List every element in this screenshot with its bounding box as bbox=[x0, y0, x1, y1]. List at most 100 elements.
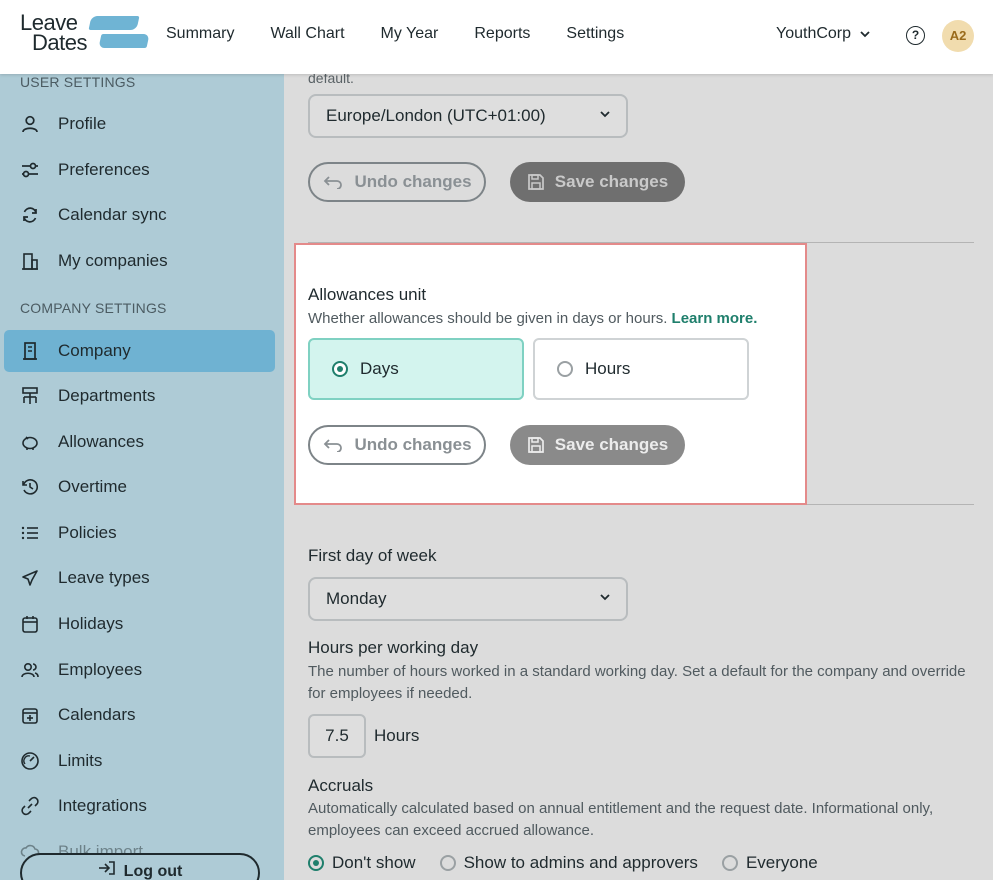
sidebar-item-label: Leave types bbox=[58, 568, 150, 587]
undo-changes-button[interactable]: Undo changes bbox=[308, 425, 486, 465]
sidebar-item-my-companies[interactable]: My companies bbox=[4, 240, 275, 282]
allowances-unit-desc-text: Whether allowances should be given in da… bbox=[308, 310, 668, 327]
unit-option-label: Days bbox=[360, 359, 399, 378]
logout-button[interactable]: Log out bbox=[20, 853, 260, 880]
hours-per-day-input[interactable]: 7.5 bbox=[308, 714, 366, 758]
save-icon bbox=[527, 437, 544, 453]
accruals-options: Don't show Show to admins and approvers … bbox=[308, 853, 842, 873]
calendar-icon bbox=[20, 614, 40, 634]
sidebar-item-policies[interactable]: Policies bbox=[4, 512, 275, 554]
logo-text-line2: Dates bbox=[32, 30, 87, 55]
allowances-unit-title: Allowances unit bbox=[308, 285, 427, 304]
sidebar-item-label: Holidays bbox=[58, 614, 124, 633]
radio-selected-icon bbox=[332, 361, 348, 377]
chevron-down-icon bbox=[598, 579, 612, 619]
sidebar-item-label: My companies bbox=[58, 251, 168, 270]
sidebar-item-allowances[interactable]: Allowances bbox=[4, 421, 275, 463]
help-icon[interactable]: ? bbox=[906, 26, 925, 45]
first-day-of-week-select[interactable]: Monday bbox=[308, 577, 628, 621]
sync-icon bbox=[20, 205, 40, 225]
sidebar-item-label: Limits bbox=[58, 751, 103, 770]
piggy-bank-icon bbox=[20, 432, 40, 452]
accruals-option-label: Show to admins and approvers bbox=[463, 853, 698, 872]
nav-reports[interactable]: Reports bbox=[474, 25, 530, 43]
radio-unselected-icon bbox=[557, 361, 573, 377]
sidebar-item-company[interactable]: Company bbox=[4, 330, 275, 372]
learn-more-link[interactable]: Learn more. bbox=[672, 310, 758, 327]
unit-option-hours[interactable]: Hours bbox=[533, 338, 749, 400]
save-icon bbox=[527, 174, 544, 190]
unit-option-label: Hours bbox=[585, 359, 631, 378]
accruals-option-dont-show[interactable]: Don't show bbox=[308, 853, 416, 873]
radio-unselected-icon bbox=[439, 855, 456, 871]
allowances-unit-section: Allowances unit Whether allowances shoul… bbox=[294, 243, 807, 505]
accruals-option-admins[interactable]: Show to admins and approvers bbox=[439, 853, 698, 873]
avatar[interactable]: A2 bbox=[942, 20, 974, 52]
company-settings-heading: COMPANY SETTINGS bbox=[20, 300, 167, 316]
first-day-value: Monday bbox=[326, 589, 387, 608]
leave-dates-logo[interactable]: Leave Dates bbox=[20, 12, 150, 58]
save-changes-button[interactable]: Save changes bbox=[510, 425, 685, 465]
nav-my-year[interactable]: My Year bbox=[381, 25, 439, 43]
sidebar-item-label: Company bbox=[58, 341, 131, 360]
sidebar-item-leave-types[interactable]: Leave types bbox=[4, 557, 275, 599]
org-chart-icon bbox=[20, 386, 40, 406]
sidebar-item-calendar-sync[interactable]: Calendar sync bbox=[4, 194, 275, 236]
timezone-select[interactable]: Europe/London (UTC+01:00) bbox=[308, 94, 628, 138]
sidebar-item-integrations[interactable]: Integrations bbox=[4, 785, 275, 827]
sidebar-item-calendars[interactable]: Calendars bbox=[4, 694, 275, 736]
clock-rotate-icon bbox=[20, 477, 40, 497]
sidebar-item-label: Allowances bbox=[58, 432, 144, 451]
hours-unit-label: Hours bbox=[374, 726, 420, 745]
plane-icon bbox=[20, 568, 40, 588]
nav-wall-chart[interactable]: Wall Chart bbox=[270, 25, 344, 43]
user-settings-heading: USER SETTINGS bbox=[20, 74, 136, 90]
undo-icon bbox=[324, 176, 343, 189]
accruals-option-label: Everyone bbox=[745, 853, 818, 872]
nav-settings[interactable]: Settings bbox=[566, 25, 624, 43]
company-switcher[interactable]: YouthCorp bbox=[776, 25, 871, 43]
hours-per-day-description: The number of hours worked in a standard… bbox=[308, 663, 966, 702]
sidebar-item-preferences[interactable]: Preferences bbox=[4, 149, 275, 191]
sidebar-item-departments[interactable]: Departments bbox=[4, 375, 275, 417]
sidebar-item-overtime[interactable]: Overtime bbox=[4, 466, 275, 508]
sidebar-item-limits[interactable]: Limits bbox=[4, 740, 275, 782]
logout-icon bbox=[98, 855, 116, 880]
sidebar-item-label: Calendar sync bbox=[58, 205, 167, 224]
sidebar-item-profile[interactable]: Profile bbox=[4, 103, 275, 145]
accruals-option-label: Don't show bbox=[332, 853, 416, 872]
logo-swoosh-bottom bbox=[98, 34, 150, 48]
undo-changes-button[interactable]: Undo changes bbox=[308, 162, 486, 202]
user-icon bbox=[20, 114, 40, 134]
settings-sidebar: USER SETTINGS Profile Preferences Calend… bbox=[0, 74, 284, 880]
main-nav: Summary Wall Chart My Year Reports Setti… bbox=[166, 25, 660, 43]
building-icon bbox=[20, 341, 40, 361]
accruals-description: Automatically calculated based on annual… bbox=[308, 800, 934, 839]
radio-unselected-icon bbox=[721, 855, 738, 871]
sidebar-item-label: Policies bbox=[58, 523, 117, 542]
sidebar-item-holidays[interactable]: Holidays bbox=[4, 603, 275, 645]
previous-section-text: default. bbox=[308, 74, 354, 86]
logo-swoosh-top bbox=[88, 16, 140, 30]
link-icon bbox=[20, 796, 40, 816]
timezone-value: Europe/London (UTC+01:00) bbox=[326, 106, 546, 125]
nav-summary[interactable]: Summary bbox=[166, 25, 234, 43]
accruals-option-everyone[interactable]: Everyone bbox=[721, 853, 818, 873]
undo-label: Undo changes bbox=[354, 435, 472, 454]
save-label: Save changes bbox=[554, 172, 669, 191]
undo-icon bbox=[324, 439, 343, 452]
sidebar-item-label: Profile bbox=[58, 114, 107, 133]
unit-option-days[interactable]: Days bbox=[308, 338, 524, 400]
gauge-icon bbox=[20, 751, 40, 771]
sidebar-item-label: Overtime bbox=[58, 477, 127, 496]
radio-selected-icon bbox=[308, 855, 324, 871]
allowances-unit-description: Whether allowances should be given in da… bbox=[308, 310, 757, 327]
top-navigation-bar: Leave Dates Summary Wall Chart My Year R… bbox=[0, 0, 993, 74]
save-changes-button[interactable]: Save changes bbox=[510, 162, 685, 202]
buildings-icon bbox=[20, 251, 40, 271]
settings-main: default. Europe/London (UTC+01:00) Undo … bbox=[284, 74, 993, 880]
sidebar-item-employees[interactable]: Employees bbox=[4, 649, 275, 691]
sliders-icon bbox=[20, 160, 40, 180]
sidebar-item-label: Calendars bbox=[58, 705, 136, 724]
hours-per-day-title: Hours per working day bbox=[308, 638, 479, 657]
